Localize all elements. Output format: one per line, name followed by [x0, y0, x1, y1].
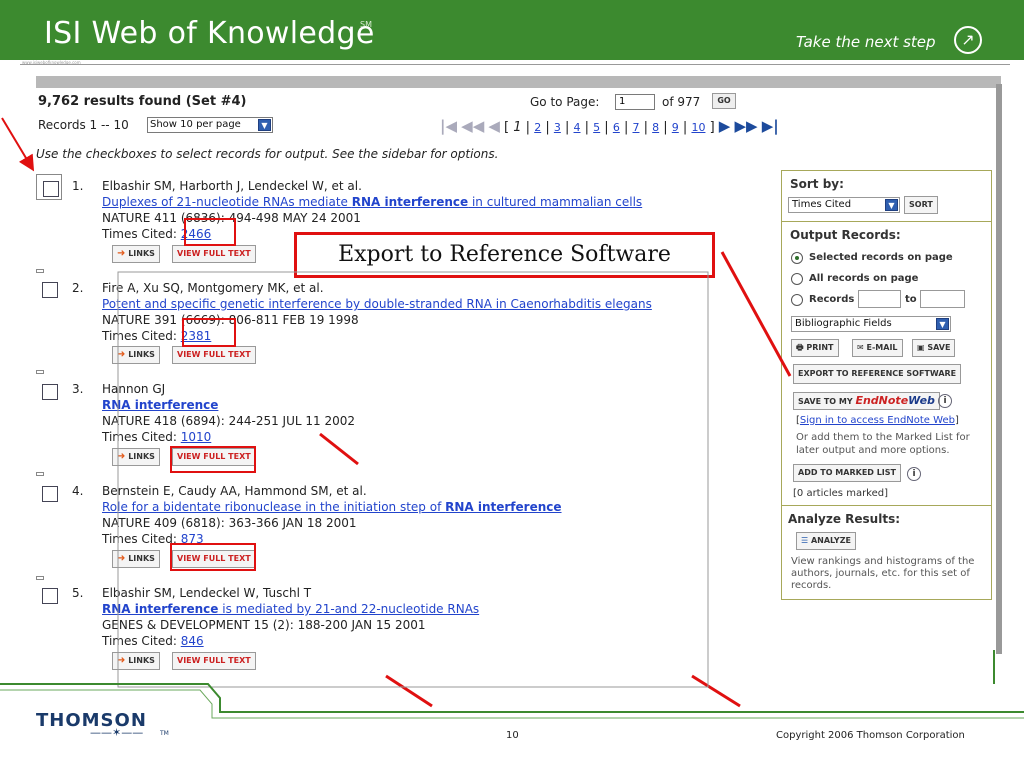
slide-page-number: 10: [506, 730, 519, 741]
footer-trademark: TM: [160, 730, 169, 737]
copyright-text: Copyright 2006 Thomson Corporation: [776, 730, 965, 741]
star-icon: ——✶——: [90, 726, 144, 739]
annotation-arrows: [0, 117, 1024, 719]
